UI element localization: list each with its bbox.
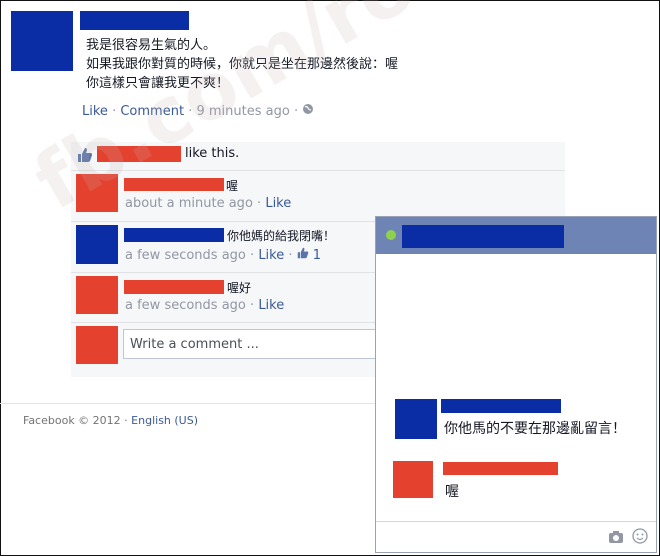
comment-link[interactable]: Comment: [120, 104, 184, 119]
commenter-name[interactable]: [124, 280, 224, 294]
separator: ·: [288, 248, 293, 263]
current-user-avatar: [76, 326, 118, 364]
separator: ·: [250, 248, 255, 263]
comment-text: 喔好: [227, 281, 252, 295]
post-actions: Like · Comment · 9 minutes ago ·: [82, 103, 314, 119]
thumbs-up-icon: [297, 247, 309, 263]
post-timestamp[interactable]: 9 minutes ago: [196, 104, 289, 119]
emoji-icon[interactable]: [632, 528, 648, 548]
separator: ·: [250, 298, 255, 313]
commenter-avatar[interactable]: [76, 174, 118, 212]
commenter-name[interactable]: [124, 178, 224, 191]
comment-text: 你他媽的給我閉嘴！: [227, 229, 336, 243]
footer-divider: [0, 403, 375, 404]
post-author-name[interactable]: [80, 11, 189, 30]
chat-sender-name[interactable]: [441, 399, 561, 413]
commenter-avatar[interactable]: [76, 276, 118, 314]
comment-text: 喔: [226, 179, 239, 193]
post-body: 我是很容易生氣的人。 如果我跟你對質的時候，你就只是坐在那邊然後說：喔 你這樣只…: [86, 36, 398, 93]
chat-contact-name[interactable]: [402, 225, 564, 248]
separator: ·: [188, 104, 193, 119]
camera-icon[interactable]: [608, 529, 624, 548]
like-link[interactable]: Like: [82, 104, 108, 119]
chat-window: 你他馬的不要在那邊亂留言！ 喔: [375, 216, 657, 553]
chat-sender-avatar[interactable]: [395, 399, 437, 439]
separator: ·: [257, 196, 262, 211]
commenter-avatar[interactable]: [76, 225, 118, 264]
liker-name[interactable]: [97, 146, 181, 162]
chat-sender-name[interactable]: [443, 462, 558, 475]
likes-text: like this.: [185, 146, 240, 161]
chat-message: 你他馬的不要在那邊亂留言！: [444, 421, 626, 437]
chat-input-bar[interactable]: [376, 521, 656, 552]
comment-meta: about a minute ago · Like: [125, 196, 291, 211]
comment-input[interactable]: Write a comment ...: [123, 329, 383, 359]
post-author-avatar[interactable]: [11, 11, 73, 71]
separator: ·: [293, 104, 299, 119]
like-count[interactable]: 1: [313, 248, 321, 263]
post-line: 如果我跟你對質的時候，你就只是坐在那邊然後說：喔: [86, 57, 399, 72]
post-line: 我是很容易生氣的人。: [86, 38, 217, 53]
chat-message: 喔: [445, 484, 459, 500]
thumbs-up-icon: [77, 147, 93, 167]
chat-header[interactable]: [376, 217, 656, 254]
comment-like-link[interactable]: Like: [265, 196, 291, 211]
comment-like-link[interactable]: Like: [258, 298, 284, 313]
globe-icon[interactable]: [302, 103, 314, 119]
chat-sender-avatar[interactable]: [393, 461, 433, 498]
language-link[interactable]: English (US): [131, 414, 198, 427]
comment-like-link[interactable]: Like: [258, 248, 284, 263]
separator: ·: [112, 104, 117, 119]
footer: Facebook © 2012 · English (US): [23, 414, 198, 427]
online-status-dot: [386, 230, 396, 240]
comment-timestamp[interactable]: about a minute ago: [125, 196, 253, 211]
commenter-name[interactable]: [124, 228, 224, 242]
comment-timestamp[interactable]: a few seconds ago: [125, 248, 246, 263]
comment-timestamp[interactable]: a few seconds ago: [125, 298, 246, 313]
comment-meta: a few seconds ago · Like · 1: [125, 247, 321, 263]
comment-divider: [71, 170, 565, 171]
copyright: Facebook © 2012 ·: [23, 414, 128, 427]
comment-meta: a few seconds ago · Like: [125, 298, 284, 313]
post-line: 你這樣只會讓我更不爽！: [86, 76, 230, 91]
